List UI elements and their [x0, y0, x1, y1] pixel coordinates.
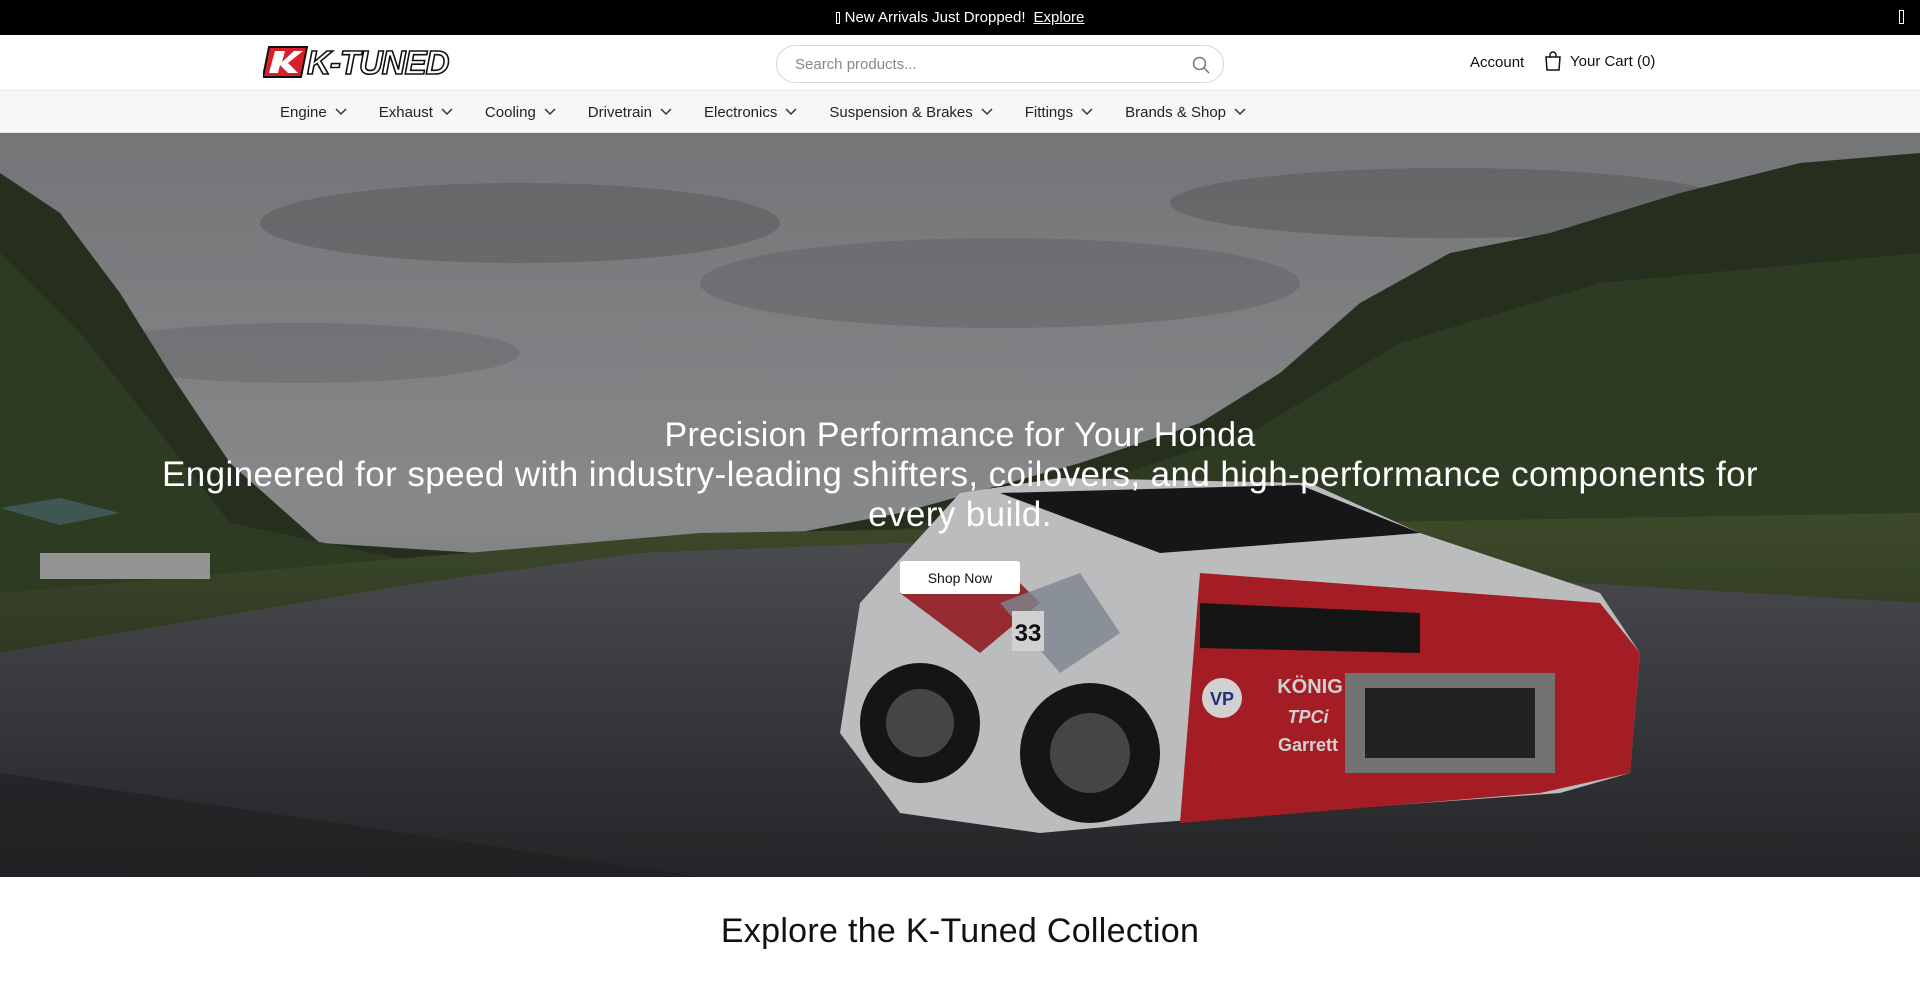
search-input[interactable] [793, 46, 1173, 82]
chevron-down-icon [981, 108, 993, 116]
nav-item-electronics[interactable]: Electronics [704, 104, 797, 121]
nav-item-fittings[interactable]: Fittings [1025, 104, 1093, 121]
chevron-down-icon [660, 108, 672, 116]
nav-item-suspension-brakes[interactable]: Suspension & Brakes [829, 103, 993, 121]
nav-item-label: Fittings [1024, 103, 1074, 121]
nav-item-cooling[interactable]: Cooling [485, 104, 556, 121]
nav-item-exhaust[interactable]: Exhaust [379, 104, 453, 121]
chevron-down-icon [441, 108, 453, 116]
nav-item-label: Electronics [703, 103, 778, 121]
bag-icon [1545, 51, 1561, 71]
cart-link[interactable]: Your Cart (0) [1544, 51, 1655, 71]
search-bar [776, 45, 1224, 83]
k-tuned-logo[interactable]: K-TUNED [263, 45, 531, 79]
explore-link[interactable]: Explore [1034, 9, 1085, 26]
logo-text: K-TUNED [307, 45, 449, 79]
nav-item-label: Engine [280, 103, 327, 121]
hero-subtitle: Engineered for speed with industry-leadi… [162, 455, 1758, 534]
site-header: K-TUNED Account Your Cart (0) [0, 35, 1920, 91]
close-icon[interactable] [1899, 10, 1904, 24]
chevron-down-icon [1234, 108, 1246, 116]
nav-item-engine[interactable]: Engine [280, 104, 347, 121]
search-icon[interactable] [1191, 55, 1211, 75]
chevron-down-icon [785, 108, 797, 116]
chevron-down-icon [544, 108, 556, 116]
hero-banner: 33 KÖNIG TPCi Garrett VP Precision Perfo… [0, 133, 1920, 877]
announcement-text: New Arrivals Just Dropped! [844, 9, 1026, 26]
collection-title: Explore the K-Tuned Collection [720, 912, 1200, 950]
shop-now-button[interactable]: Shop Now [900, 561, 1020, 594]
chevron-down-icon [1081, 108, 1093, 116]
chevron-down-icon [335, 108, 347, 116]
main-nav: Engine Exhaust Cooling Drivetrain Electr… [0, 91, 1920, 133]
announcement-bar: New Arrivals Just Dropped! Explore [0, 0, 1920, 35]
nav-item-label: Cooling [484, 103, 536, 121]
hero-title: Precision Performance for Your Honda [664, 416, 1256, 454]
nav-item-label: Drivetrain [587, 103, 652, 121]
account-link[interactable]: Account [1470, 54, 1524, 71]
announcement-icon [835, 11, 840, 24]
nav-item-label: Exhaust [378, 103, 433, 121]
nav-item-brands-shop[interactable]: Brands & Shop [1125, 104, 1246, 121]
nav-item-label: Suspension & Brakes [829, 103, 973, 121]
hero-text: Precision Performance for Your Honda Eng… [0, 415, 1920, 535]
nav-item-drivetrain[interactable]: Drivetrain [588, 104, 672, 121]
cart-label: Your Cart (0) [1570, 52, 1656, 70]
nav-item-label: Brands & Shop [1125, 103, 1227, 121]
